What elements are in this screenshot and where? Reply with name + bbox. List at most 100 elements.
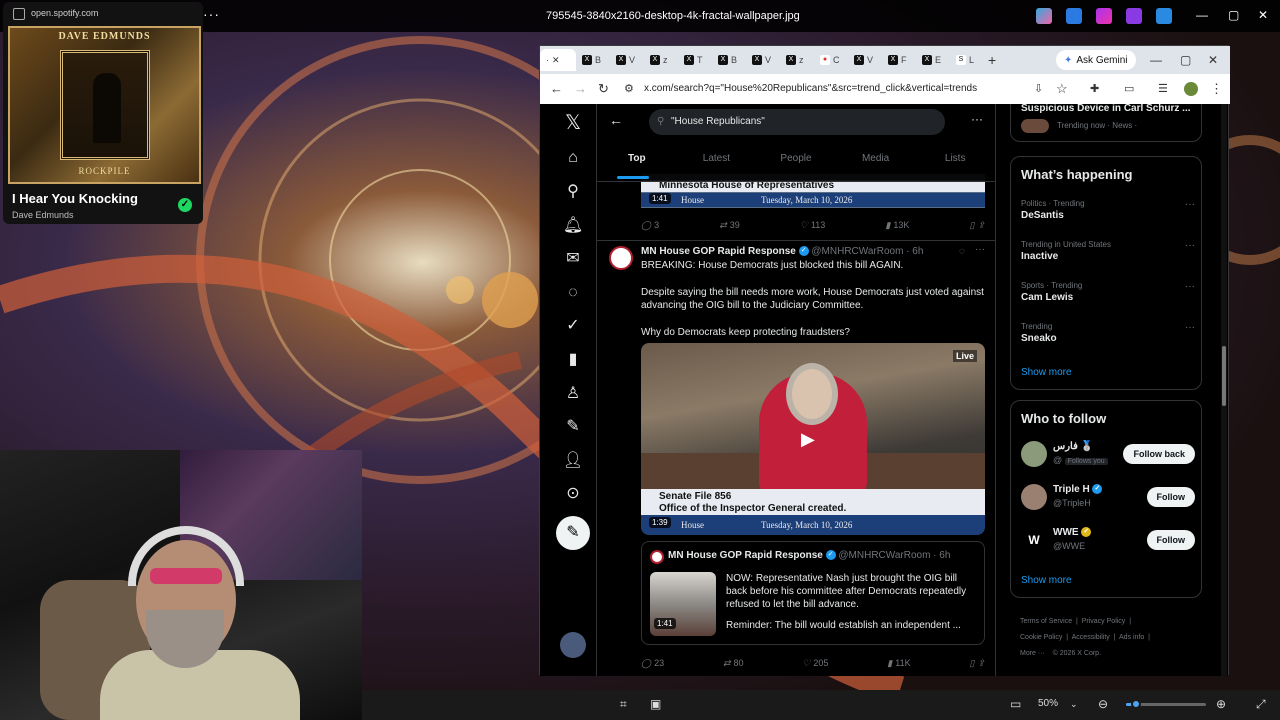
install-icon[interactable]: ⇩ xyxy=(1034,82,1043,95)
track-artist[interactable]: Dave Edmunds xyxy=(12,210,74,220)
search-options-icon[interactable]: ··· xyxy=(971,112,983,126)
browser-tab[interactable]: SL xyxy=(950,49,984,71)
bookmark-icon[interactable]: ▯ xyxy=(969,658,974,672)
ask-gemini-button[interactable]: ✦ Ask Gemini xyxy=(1056,50,1136,70)
browser-minimize-icon[interactable]: — xyxy=(1150,53,1162,67)
back-icon[interactable]: ← xyxy=(550,81,563,96)
footer-link[interactable]: More ··· xyxy=(1020,650,1045,657)
reply-button[interactable]: ◯ 23 xyxy=(641,658,664,672)
notifications-icon[interactable]: 🔔︎ xyxy=(562,215,584,237)
zoom-slider[interactable] xyxy=(1126,699,1206,709)
more-icon[interactable]: ··· xyxy=(203,6,220,22)
extensions-icon[interactable]: ✚ xyxy=(1090,82,1099,95)
follow-button[interactable]: Follow xyxy=(1146,487,1195,507)
trend-more-icon[interactable]: ··· xyxy=(1185,322,1195,333)
scrollbar-thumb[interactable] xyxy=(1222,346,1226,406)
show-more-follow[interactable]: Show more xyxy=(1021,575,1072,586)
trend-item[interactable]: Sports · Trending Cam Lewis ··· xyxy=(1021,281,1195,303)
share-icon[interactable]: ⇪ xyxy=(977,220,985,234)
zoom-in-icon[interactable]: ⊕ xyxy=(1216,697,1226,711)
tab-top[interactable]: Top xyxy=(597,146,677,180)
browser-tab[interactable]: XE xyxy=(916,49,950,71)
tweet2-handle[interactable]: @MNHRCWarRoom · 6h xyxy=(811,246,923,257)
x-logo-icon[interactable]: 𝕏 xyxy=(562,112,584,134)
trend-item[interactable]: Trending in United States Inactive ··· xyxy=(1021,240,1195,262)
profile-icon[interactable]: 👤︎ xyxy=(562,450,584,472)
trend-item[interactable]: Politics · Trending DeSantis ··· xyxy=(1021,199,1195,221)
like-button[interactable]: ♡ 205 xyxy=(802,658,828,672)
maximize-icon[interactable]: ▢ xyxy=(1228,8,1239,22)
chevron-down-icon[interactable]: ⌄ xyxy=(1070,699,1078,710)
tweet2-avatar[interactable] xyxy=(609,246,633,270)
messages-icon[interactable]: ✉ xyxy=(562,248,584,270)
bookmarks-icon[interactable]: ▮ xyxy=(562,349,584,371)
tab-latest[interactable]: Latest xyxy=(677,146,757,180)
browser-tab[interactable]: XB xyxy=(576,49,610,71)
tab-close-icon[interactable]: ✕ xyxy=(552,55,560,66)
browser-close-icon[interactable]: ✕ xyxy=(1208,53,1218,67)
edit-icon[interactable] xyxy=(1066,8,1082,24)
footer-link[interactable]: Accessibility xyxy=(1072,634,1110,641)
browser-maximize-icon[interactable]: ▢ xyxy=(1180,53,1191,67)
tab-people[interactable]: People xyxy=(756,146,836,180)
bookmark-icon[interactable]: ▯ xyxy=(970,220,975,234)
site-info-icon[interactable]: ⚙ xyxy=(624,82,634,95)
play-icon[interactable]: ▶ xyxy=(801,429,815,450)
repost-button[interactable]: ⇄ 39 xyxy=(719,220,740,234)
cloud-icon[interactable] xyxy=(1156,8,1172,24)
show-more-trends[interactable]: Show more xyxy=(1021,367,1072,378)
tab-active[interactable]: · ✕ xyxy=(540,49,576,71)
follow-avatar[interactable] xyxy=(1021,441,1047,467)
trend-more-icon[interactable]: ··· xyxy=(1185,199,1195,210)
menu-icon[interactable]: ⋮ xyxy=(1210,81,1223,97)
tweet2-video[interactable]: Live ▶ Senate File 856 Office of the Ins… xyxy=(641,343,985,535)
reply-button[interactable]: ◯ 3 xyxy=(641,220,659,234)
bookmark-share[interactable]: ▯ ⇪ xyxy=(970,220,986,234)
fullscreen-icon[interactable]: ⤢ xyxy=(1256,697,1266,712)
crop-icon[interactable]: ⌗ xyxy=(620,697,627,712)
designer-icon[interactable] xyxy=(1096,8,1112,24)
grok-icon[interactable]: ◌ xyxy=(562,282,584,304)
tweet2-author[interactable]: MN House GOP Rapid Response xyxy=(641,246,796,257)
browser-tab[interactable]: XV xyxy=(848,49,882,71)
search-input[interactable]: ⚲ "House Republicans" xyxy=(649,109,945,135)
follow-avatar[interactable] xyxy=(1021,484,1047,510)
back-arrow-icon[interactable]: ← xyxy=(609,112,623,128)
reload-icon[interactable]: ↻ xyxy=(598,81,609,97)
follow-suggestion[interactable]: Triple H ✓ @TripleH Follow xyxy=(1021,482,1195,512)
new-tab-icon[interactable]: + xyxy=(988,52,996,68)
explore-icon[interactable]: ⚲ xyxy=(562,181,584,203)
forward-icon[interactable]: → xyxy=(574,81,587,96)
follow-suggestion[interactable]: فارس 🥈 @ Follows you Follow back xyxy=(1021,439,1195,469)
split-view-icon[interactable]: ▭ xyxy=(1124,82,1134,95)
jobs-icon[interactable]: ♙ xyxy=(562,383,584,405)
fit-screen-icon[interactable]: ▭ xyxy=(1010,697,1021,711)
views-button[interactable]: ▮ 11K xyxy=(887,658,910,672)
quoted-tweet[interactable]: MN House GOP Rapid Response ✓ @MNHRCWarR… xyxy=(641,541,985,645)
close-icon[interactable]: ✕ xyxy=(1258,8,1268,22)
wwe-logo-icon[interactable]: W xyxy=(1021,527,1047,553)
browser-tab[interactable]: XB xyxy=(712,49,746,71)
browser-tab[interactable]: XV xyxy=(610,49,644,71)
browser-tab[interactable]: ● C xyxy=(814,49,848,71)
footer-link[interactable]: Ads info xyxy=(1119,634,1144,641)
home-icon[interactable]: ⌂ xyxy=(562,147,584,169)
zoom-level[interactable]: 50% xyxy=(1038,698,1058,709)
slideshow-icon[interactable]: ▣ xyxy=(650,697,661,711)
bookmark-star-icon[interactable]: ☆ xyxy=(1056,81,1068,97)
share-icon[interactable]: ⇪ xyxy=(977,658,985,672)
views-button[interactable]: ▮ 13K xyxy=(885,220,909,234)
browser-tab[interactable]: XT xyxy=(678,49,712,71)
url-input[interactable]: x.com/search?q="House%20Republicans"&src… xyxy=(644,83,977,94)
footer-link[interactable]: Terms of Service xyxy=(1020,618,1072,625)
copilot-icon[interactable] xyxy=(1036,8,1052,24)
minimize-icon[interactable]: — xyxy=(1196,8,1208,22)
zoom-out-icon[interactable]: ⊖ xyxy=(1098,697,1108,711)
trend-item[interactable]: Trending Sneako ··· xyxy=(1021,322,1195,344)
zoom-slider-knob[interactable] xyxy=(1130,699,1141,709)
communities-icon[interactable]: ✓ xyxy=(562,315,584,337)
footer-link[interactable]: Privacy Policy xyxy=(1082,618,1126,625)
tweet-more-icon[interactable]: ··· xyxy=(975,244,985,255)
profile-avatar[interactable] xyxy=(1184,82,1198,96)
footer-link[interactable]: Cookie Policy xyxy=(1020,634,1062,641)
